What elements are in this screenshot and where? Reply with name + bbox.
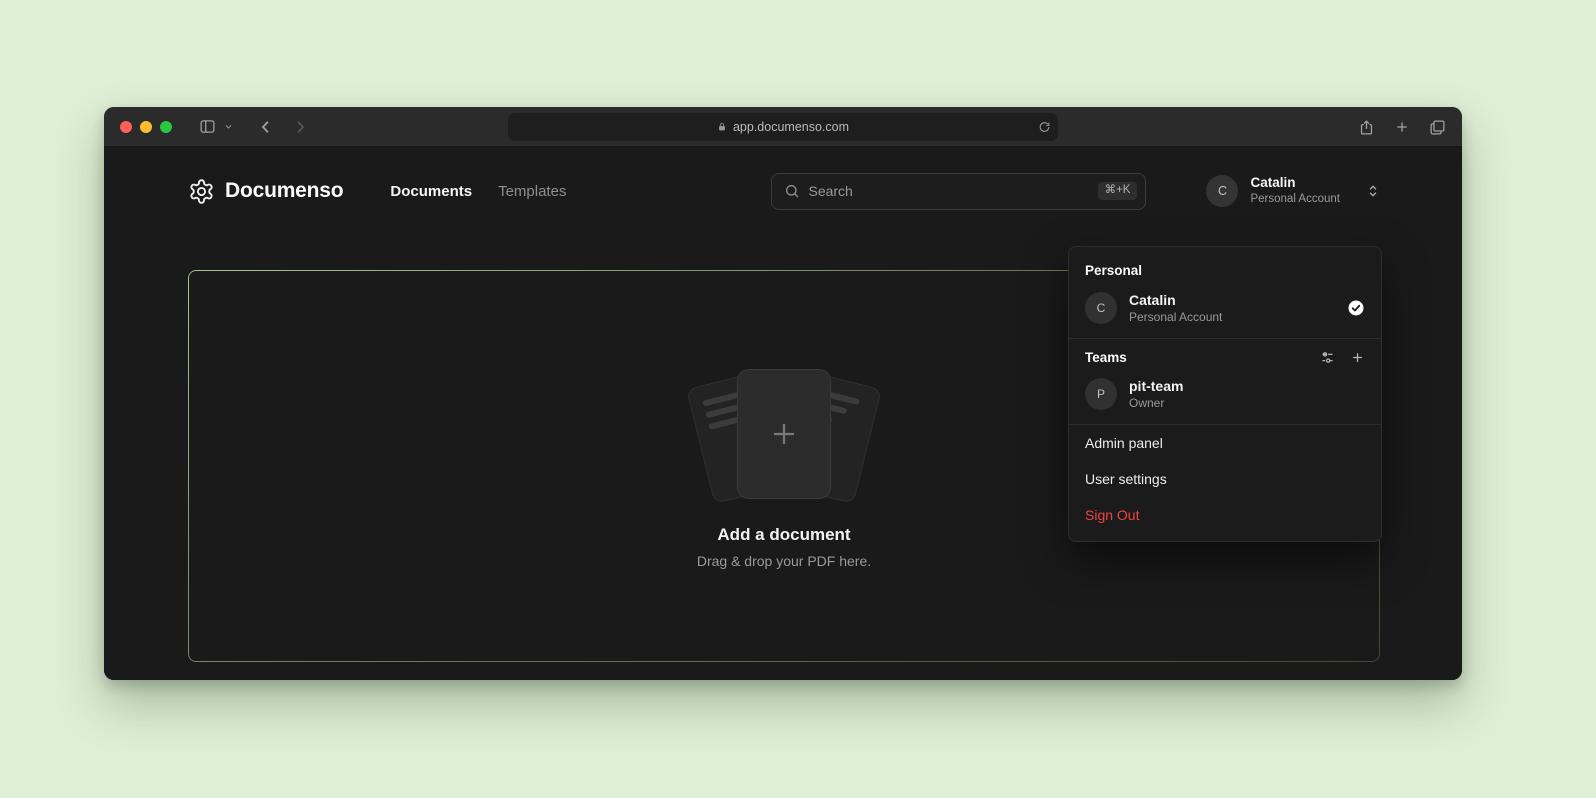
menu-item-sign-out[interactable]: Sign Out	[1069, 497, 1381, 533]
browser-window: app.documenso.com	[104, 107, 1462, 680]
toolbar-right-actions	[1358, 107, 1446, 147]
manage-teams-button[interactable]	[1320, 350, 1335, 365]
dropzone-content: Add a document Drag & drop your PDF here…	[679, 363, 889, 569]
team-settings-sliders-icon	[1320, 350, 1335, 365]
menu-item-admin-panel[interactable]: Admin panel	[1069, 425, 1381, 461]
account-avatar: C	[1206, 175, 1238, 207]
tab-overview-icon	[1429, 119, 1446, 136]
personal-section-label: Personal	[1069, 253, 1381, 287]
tab-overview-button[interactable]	[1429, 119, 1446, 136]
search-shortcut-badge: ⌘+K	[1098, 182, 1138, 200]
new-tab-button[interactable]	[1394, 119, 1410, 135]
document-card-front	[737, 369, 831, 499]
dropzone-subtitle: Drag & drop your PDF here.	[697, 553, 871, 569]
documenso-logo-icon	[188, 178, 215, 205]
sidebar-toggle-button[interactable]	[198, 118, 217, 135]
team-avatar: P	[1085, 378, 1117, 410]
team-item-text: pit-team Owner	[1129, 377, 1365, 412]
personal-account-subtitle: Personal Account	[1129, 310, 1335, 326]
selected-check-icon	[1347, 299, 1365, 317]
personal-account-text: Catalin Personal Account	[1129, 291, 1335, 326]
chevron-left-icon	[257, 118, 275, 136]
brand-name: Documenso	[225, 179, 343, 203]
add-document-plus-icon	[767, 417, 801, 451]
search-icon	[784, 183, 800, 199]
teams-section-header: Teams	[1069, 339, 1381, 373]
account-type: Personal Account	[1250, 192, 1340, 206]
menu-item-user-settings[interactable]: User settings	[1069, 461, 1381, 497]
lock-icon	[717, 121, 727, 133]
chevron-up-down-icon	[1366, 184, 1380, 198]
toolbar-chevron-button[interactable]	[224, 122, 233, 131]
sidebar-icon	[198, 118, 217, 135]
dropzone-title: Add a document	[717, 525, 850, 545]
window-controls	[120, 121, 172, 133]
search-box[interactable]: ⌘+K	[771, 173, 1146, 210]
create-team-button[interactable]	[1350, 350, 1365, 365]
document-stack-illustration	[679, 363, 889, 508]
personal-avatar: C	[1085, 292, 1117, 324]
chevron-right-icon	[291, 118, 309, 136]
plus-icon	[1394, 119, 1410, 135]
share-button[interactable]	[1358, 118, 1375, 137]
personal-account-item[interactable]: C Catalin Personal Account	[1069, 287, 1381, 338]
zoom-button[interactable]	[160, 121, 172, 133]
nav-documents[interactable]: Documents	[390, 183, 472, 200]
forward-button[interactable]	[291, 118, 309, 136]
documenso-app: Documenso Documents Templates ⌘+K C Cata…	[104, 171, 1462, 680]
teams-section-label: Teams	[1085, 350, 1127, 365]
main-nav: Documents Templates	[390, 183, 566, 200]
back-button[interactable]	[257, 118, 275, 136]
add-team-plus-icon	[1350, 350, 1365, 365]
team-name: pit-team	[1129, 377, 1365, 395]
account-text: Catalin Personal Account	[1250, 175, 1340, 206]
browser-toolbar: app.documenso.com	[104, 107, 1462, 147]
nav-templates[interactable]: Templates	[498, 183, 566, 200]
address-url: app.documenso.com	[733, 120, 849, 134]
personal-account-name: Catalin	[1129, 291, 1335, 309]
account-menu: Personal C Catalin Personal Account Team…	[1068, 246, 1382, 542]
reload-icon	[1038, 121, 1051, 134]
team-item[interactable]: P pit-team Owner	[1069, 373, 1381, 424]
address-bar[interactable]: app.documenso.com	[508, 113, 1058, 141]
reload-button[interactable]	[1038, 121, 1051, 134]
team-role: Owner	[1129, 396, 1365, 412]
share-icon	[1358, 118, 1375, 137]
account-name: Catalin	[1250, 175, 1295, 192]
desktop-background: { "browser": { "url": "app.documenso.com…	[0, 0, 1596, 798]
brand-link[interactable]: Documenso	[188, 178, 343, 205]
minimize-button[interactable]	[140, 121, 152, 133]
search-input[interactable]	[808, 183, 1089, 199]
account-menu-button[interactable]: C Catalin Personal Account	[1206, 175, 1380, 207]
close-button[interactable]	[120, 121, 132, 133]
chevron-down-icon	[224, 122, 233, 131]
app-header: Documenso Documents Templates ⌘+K C Cata…	[188, 171, 1380, 211]
